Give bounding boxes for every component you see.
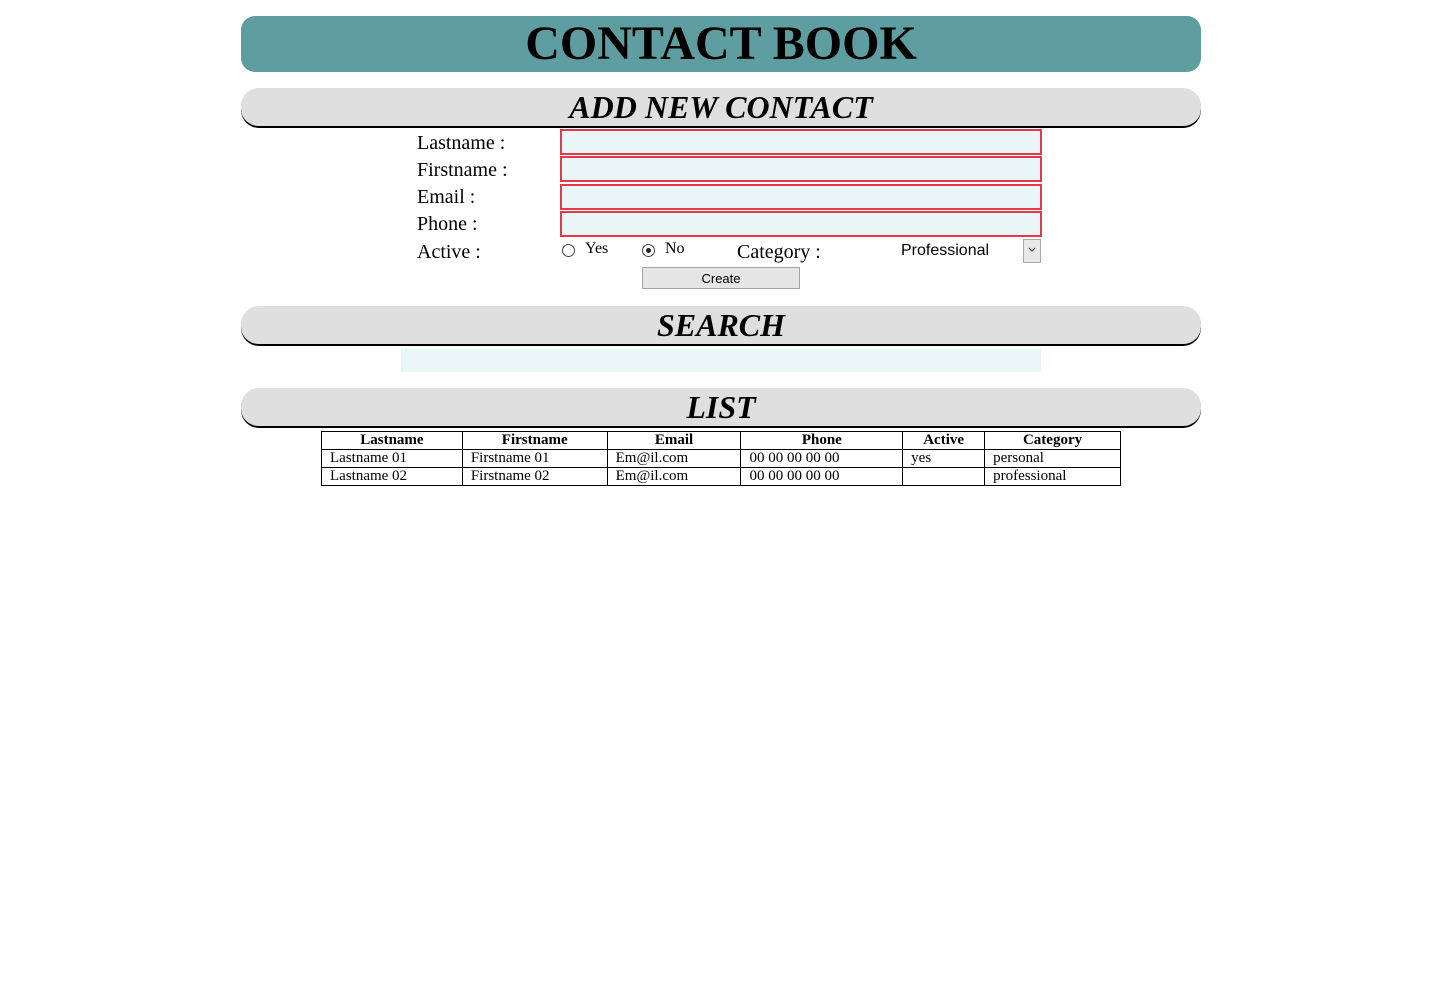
cell-firstname: Firstname 01 <box>461 449 608 468</box>
table-row[interactable]: Lastname 01 Firstname 01 Em@il.com 00 00… <box>321 449 1121 468</box>
cell-active: yes <box>902 449 986 468</box>
column-header-firstname: Firstname <box>461 431 608 450</box>
active-no-label: No <box>665 240 685 257</box>
list-title: LIST <box>686 389 756 425</box>
table-header-row: Lastname Firstname Email Phone Active Ca… <box>321 431 1121 450</box>
create-button[interactable]: Create <box>642 267 800 289</box>
cell-phone: 00 00 00 00 00 <box>740 449 904 468</box>
list-header: LIST <box>241 388 1201 427</box>
cell-active <box>902 467 986 486</box>
search-header: SEARCH <box>241 306 1201 345</box>
cell-email: Em@il.com <box>606 449 742 468</box>
add-contact-header: ADD NEW CONTACT <box>241 88 1201 127</box>
active-yes-label: Yes <box>585 240 609 257</box>
category-select[interactable]: Professional <box>895 239 1041 263</box>
search-input[interactable] <box>401 349 1041 372</box>
cell-lastname: Lastname 01 <box>321 449 463 468</box>
table-row[interactable]: Lastname 02 Firstname 02 Em@il.com 00 00… <box>321 467 1121 486</box>
lastname-label: Lastname : <box>417 132 506 154</box>
cell-lastname: Lastname 02 <box>321 467 463 486</box>
column-header-active: Active <box>902 431 986 450</box>
active-no-option[interactable]: No <box>642 240 685 258</box>
phone-label: Phone : <box>417 213 478 235</box>
email-input[interactable] <box>560 184 1042 210</box>
cell-email: Em@il.com <box>606 467 742 486</box>
column-header-email: Email <box>606 431 742 450</box>
cell-firstname: Firstname 02 <box>461 467 608 486</box>
cell-phone: 00 00 00 00 00 <box>740 467 904 486</box>
column-header-phone: Phone <box>740 431 904 450</box>
email-label: Email : <box>417 186 476 208</box>
firstname-label: Firstname : <box>417 159 508 181</box>
column-header-lastname: Lastname <box>321 431 463 450</box>
app-banner: CONTACT BOOK <box>241 16 1201 72</box>
category-selected-value: Professional <box>901 242 990 259</box>
chevron-down-icon[interactable] <box>1023 239 1041 263</box>
contacts-table: Lastname Firstname Email Phone Active Ca… <box>321 431 1121 486</box>
active-yes-option[interactable]: Yes <box>562 240 608 258</box>
cell-category: professional <box>984 467 1121 486</box>
cell-category: personal <box>984 449 1121 468</box>
category-label: Category : <box>737 241 821 263</box>
active-label: Active : <box>417 241 481 263</box>
active-yes-radio[interactable] <box>562 243 575 257</box>
add-contact-title: ADD NEW CONTACT <box>569 89 873 125</box>
active-no-radio[interactable] <box>642 243 655 257</box>
column-header-category: Category <box>984 431 1121 450</box>
lastname-input[interactable] <box>560 129 1042 155</box>
search-title: SEARCH <box>656 307 786 343</box>
phone-input[interactable] <box>560 211 1042 237</box>
app-title: CONTACT BOOK <box>525 17 917 70</box>
firstname-input[interactable] <box>560 156 1042 182</box>
